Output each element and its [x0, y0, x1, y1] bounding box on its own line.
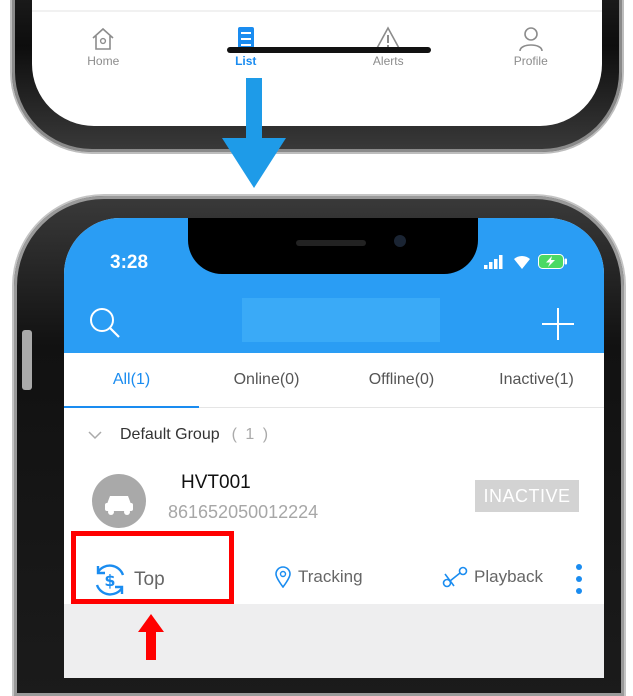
wifi-icon	[514, 255, 530, 269]
group-count: ( 1 )	[231, 426, 271, 443]
down-arrow-icon	[222, 78, 286, 188]
tab-online[interactable]: Online(0)	[199, 353, 334, 407]
plus-icon[interactable]	[540, 306, 576, 342]
more-vertical-icon[interactable]	[574, 562, 584, 596]
playback-label: Playback	[474, 567, 543, 586]
phone-notch	[188, 218, 478, 274]
home-icon	[92, 27, 114, 50]
tab-all[interactable]: All(1)	[64, 353, 199, 408]
tab-profile[interactable]: Profile	[481, 12, 581, 92]
filter-tabs: All(1) Online(0) Offline(0) Inactive(1)	[64, 353, 604, 408]
search-icon[interactable]	[88, 306, 122, 340]
tab-alerts-label: Alerts	[372, 54, 404, 68]
tab-home-label: Home	[87, 54, 120, 68]
signal-icon	[484, 254, 503, 269]
up-arrow-icon	[138, 614, 164, 660]
car-icon	[105, 496, 133, 515]
phone-side-button	[22, 330, 32, 390]
status-badge: INACTIVE	[475, 480, 579, 512]
tracking-label: Tracking	[298, 567, 363, 586]
title-placeholder	[242, 298, 440, 342]
status-time: 3:28	[110, 252, 149, 273]
tab-list-label: List	[235, 54, 257, 68]
tab-offline[interactable]: Offline(0)	[334, 353, 469, 407]
tab-inactive[interactable]: Inactive(1)	[469, 353, 604, 407]
highlight-box	[71, 531, 234, 604]
home-indicator	[227, 47, 431, 53]
battery-charging-icon	[538, 254, 567, 269]
profile-icon	[518, 27, 543, 52]
device-name: HVT001	[181, 472, 251, 493]
playback-button[interactable]: Playback	[442, 566, 543, 588]
route-icon	[442, 566, 468, 588]
car-avatar	[92, 474, 146, 528]
phone-screen: 3:28 All(1) Online(0) Offline(0) Inactiv…	[64, 218, 604, 678]
tracking-button[interactable]: Tracking	[274, 566, 363, 588]
chevron-down-icon	[88, 431, 102, 440]
group-header[interactable]: Default Group ( 1 )	[64, 408, 604, 462]
speaker	[296, 240, 366, 246]
front-camera	[394, 235, 406, 247]
status-icons	[484, 254, 568, 269]
device-imei: 861652050012224	[168, 502, 319, 522]
group-name: Default Group	[120, 426, 220, 443]
location-pin-icon	[275, 566, 291, 588]
tab-profile-label: Profile	[513, 54, 548, 68]
top-phone-screen: Home List Alerts Profile	[32, 0, 602, 126]
tab-home[interactable]: Home	[53, 12, 153, 92]
